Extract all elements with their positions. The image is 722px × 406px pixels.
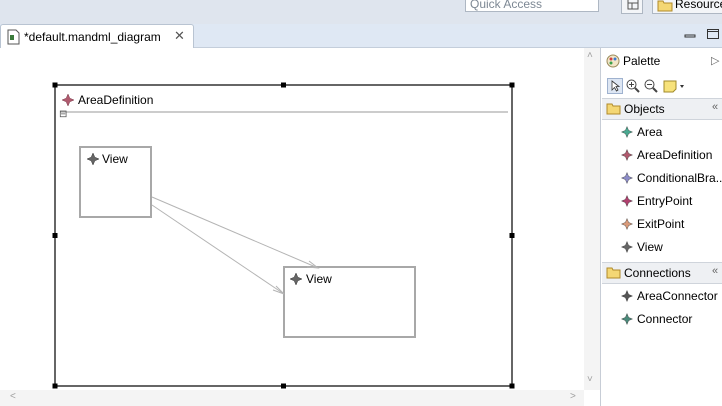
zoom-in-icon[interactable] [625, 78, 641, 94]
editor-tab-bar: *default.mandml_diagram ✕ [0, 24, 722, 48]
view-node-2-label: View [306, 272, 332, 286]
drawer-connections-collapse-icon[interactable]: « [712, 265, 718, 277]
collapse-compartment-icon[interactable]: ⊟ [59, 109, 67, 120]
palette-panel: Palette ▷ Objects « Area AreaDefinition C [600, 48, 722, 406]
open-perspective-button[interactable] [621, 0, 643, 14]
palette-icon [606, 54, 620, 68]
palette-item-icon [621, 313, 633, 325]
scroll-left-icon[interactable]: ˂ [10, 391, 16, 402]
folder-icon [657, 0, 673, 12]
top-toolbar: Quick Access Resource [0, 0, 722, 24]
drawer-objects-collapse-icon[interactable]: « [712, 101, 718, 113]
palette-item-areaconnector[interactable]: AreaConnector [637, 289, 718, 303]
horizontal-scrollbar[interactable]: ˂ ˃ [0, 390, 584, 406]
folder-open-icon [606, 267, 621, 279]
note-tool-icon[interactable] [663, 78, 687, 94]
palette-item-icon [621, 195, 633, 207]
palette-item-view[interactable]: View [637, 240, 663, 254]
palette-item-icon [621, 290, 633, 302]
drawer-connections-label: Connections [624, 266, 691, 280]
palette-item-area[interactable]: Area [637, 125, 662, 139]
folder-open-icon [606, 103, 621, 115]
tab-label: *default.mandml_diagram [24, 30, 161, 44]
palette-item-icon [621, 126, 633, 138]
scroll-right-icon[interactable]: ˃ [570, 391, 576, 402]
scroll-down-icon[interactable]: ˅ [587, 374, 593, 385]
drawer-objects[interactable]: Objects « [602, 98, 722, 120]
zoom-out-icon[interactable] [643, 78, 659, 94]
area-definition-label: AreaDefinition [78, 93, 154, 107]
close-tab-icon[interactable]: ✕ [174, 28, 185, 44]
view-node-1-label: View [102, 152, 128, 166]
palette-title: Palette [623, 54, 661, 68]
drawer-connections[interactable]: Connections « [602, 262, 722, 284]
select-tool-icon[interactable] [607, 78, 623, 94]
diagram-file-icon [7, 29, 20, 45]
perspective-label: Resource [675, 0, 722, 11]
palette-item-conditionalbra[interactable]: ConditionalBra... [637, 171, 722, 185]
scroll-up-icon[interactable]: ˄ [587, 50, 593, 61]
drawer-objects-label: Objects [624, 102, 665, 116]
palette-item-icon [621, 172, 633, 184]
area-definition-container[interactable] [54, 84, 513, 387]
vertical-scrollbar[interactable]: ˄ ˅ [584, 48, 600, 390]
palette-item-areadefinition[interactable]: AreaDefinition [637, 148, 712, 162]
palette-item-exitpoint[interactable]: ExitPoint [637, 217, 684, 231]
view-node-2[interactable] [283, 266, 416, 338]
palette-item-connector[interactable]: Connector [637, 312, 692, 326]
resource-perspective-button[interactable]: Resource [652, 0, 722, 14]
maximize-icon[interactable] [706, 27, 720, 41]
quick-access-input[interactable]: Quick Access [465, 0, 599, 12]
open-perspective-icon [627, 0, 639, 10]
palette-collapse-icon[interactable]: ▷ [711, 54, 719, 67]
palette-tool-row [605, 77, 721, 95]
palette-item-entrypoint[interactable]: EntryPoint [637, 194, 692, 208]
minimize-icon[interactable] [683, 27, 697, 41]
palette-item-icon [621, 241, 633, 253]
diagram-canvas[interactable]: AreaDefinition ⊟ View View [0, 48, 584, 390]
palette-item-icon [621, 149, 633, 161]
palette-item-icon [621, 218, 633, 230]
tab-default-diagram[interactable]: *default.mandml_diagram ✕ [0, 24, 194, 48]
